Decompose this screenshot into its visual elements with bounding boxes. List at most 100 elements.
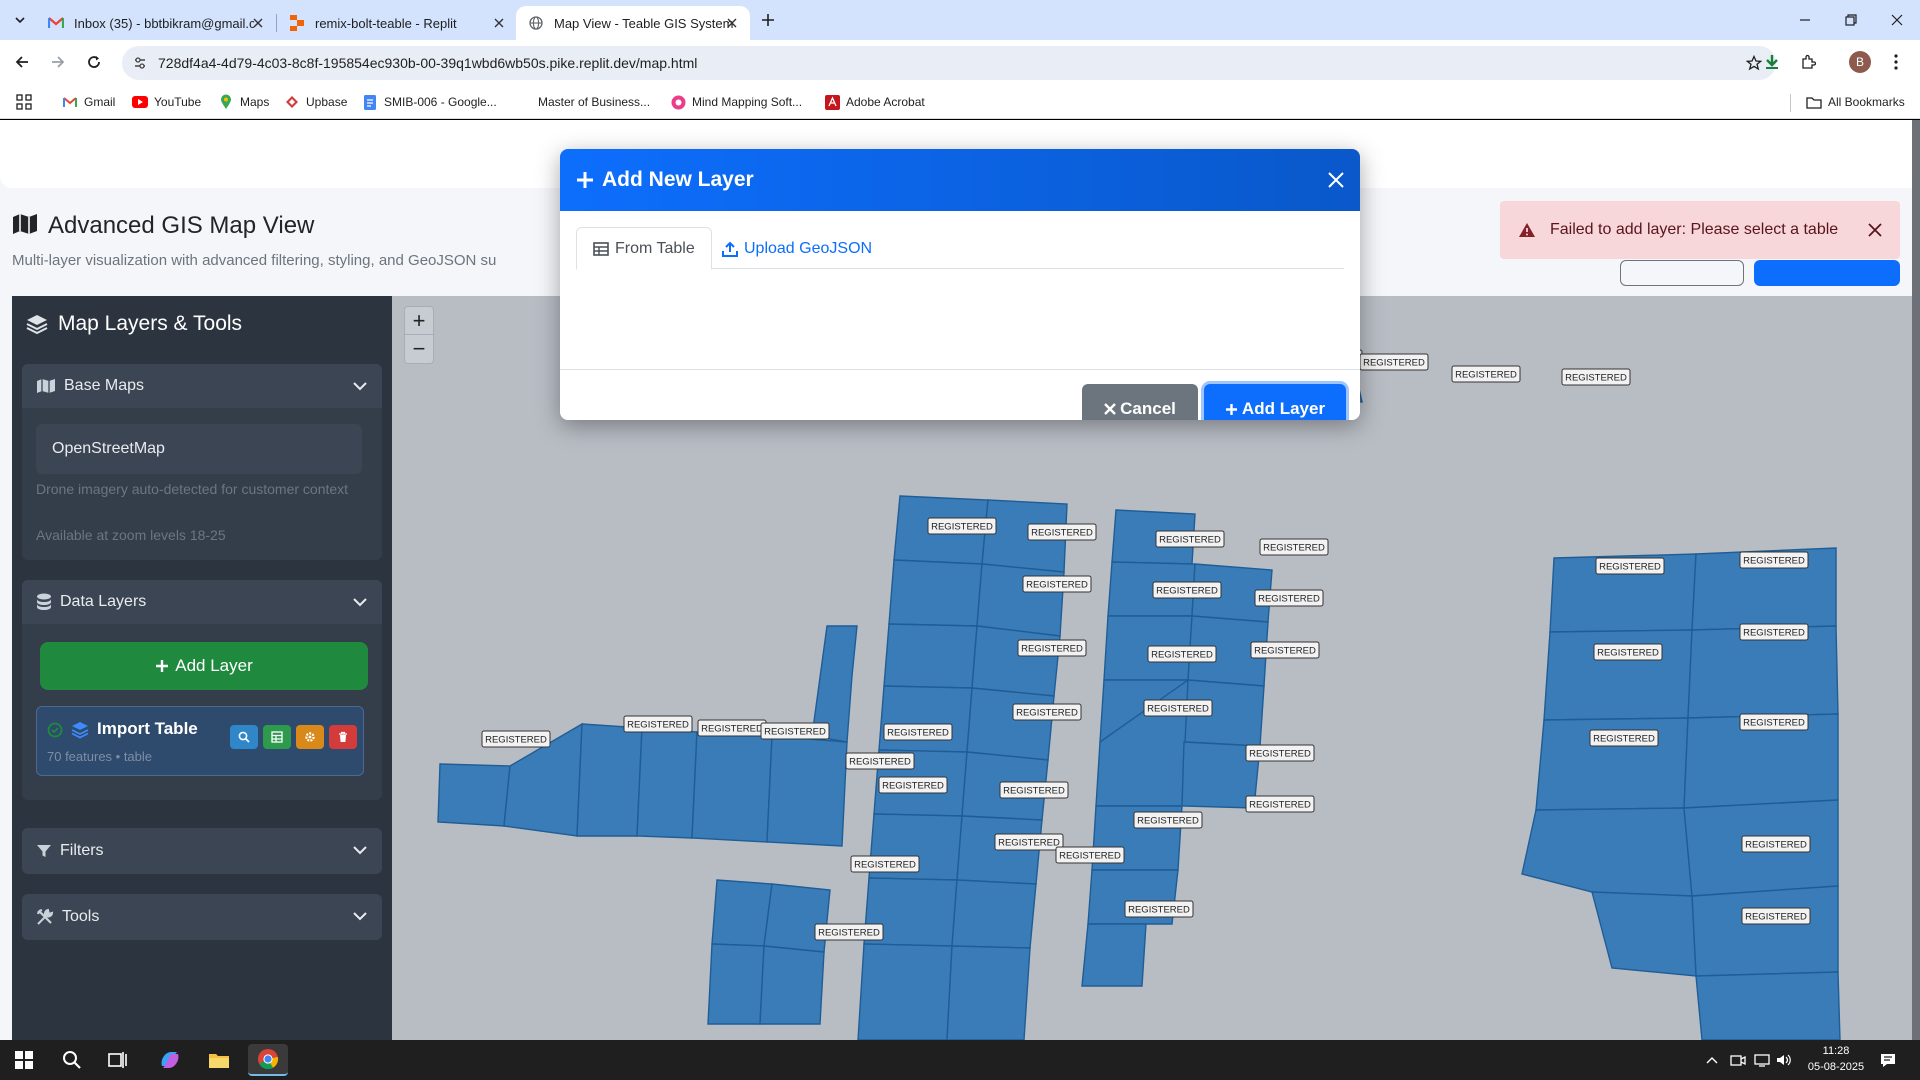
parcel-polygon[interactable] xyxy=(966,687,1055,761)
parcel-polygon[interactable] xyxy=(946,945,1031,1040)
parcel-polygon[interactable] xyxy=(878,685,973,753)
chrome-taskbar-icon[interactable] xyxy=(248,1044,288,1076)
extensions-icon[interactable] xyxy=(1796,50,1820,74)
layer-status-icons xyxy=(47,721,89,739)
parcel-polygon[interactable] xyxy=(707,943,765,1025)
parcel-label: REGISTERED xyxy=(1451,365,1521,383)
bookmark-upbase[interactable]: Upbase xyxy=(284,92,347,112)
copilot-icon[interactable] xyxy=(150,1044,190,1076)
gmail-icon xyxy=(62,94,78,110)
zoom-in-button[interactable]: + xyxy=(405,307,433,335)
menu-kebab-icon[interactable] xyxy=(1884,50,1908,74)
parcel-polygon[interactable] xyxy=(1521,807,1693,897)
base-maps-header[interactable]: Base Maps xyxy=(22,364,382,408)
window-close-icon[interactable] xyxy=(1882,8,1912,32)
tab-close-icon[interactable] xyxy=(724,15,740,31)
tab-from-table[interactable]: From Table xyxy=(576,227,712,270)
chevron-down-icon[interactable] xyxy=(350,592,370,612)
cancel-button[interactable]: Cancel xyxy=(1082,384,1198,420)
data-layers-header[interactable]: Data Layers xyxy=(22,580,382,624)
parcel-polygon[interactable] xyxy=(766,735,848,847)
parcel-label: REGISTERED xyxy=(1561,368,1631,386)
chevron-down-icon[interactable] xyxy=(350,906,370,926)
modal-close-icon[interactable] xyxy=(1324,168,1348,192)
delete-layer-button[interactable] xyxy=(329,725,357,749)
tab-search-chevron-icon[interactable] xyxy=(8,8,32,32)
parcel-polygon[interactable] xyxy=(888,559,983,627)
tab-close-icon[interactable] xyxy=(491,15,507,31)
parcel-polygon[interactable] xyxy=(1591,891,1697,977)
reload-icon[interactable] xyxy=(82,50,106,74)
zoom-out-button[interactable]: − xyxy=(405,335,433,363)
bookmark-youtube[interactable]: YouTube xyxy=(132,92,201,112)
bookmark-smib[interactable]: SMIB-006 - Google... xyxy=(362,92,497,112)
tools-icon xyxy=(36,908,54,925)
header-outline-button[interactable] xyxy=(1620,260,1744,286)
parcel-polygon[interactable] xyxy=(1695,971,1841,1040)
parcel-polygon[interactable] xyxy=(636,727,698,839)
page-scrollbar[interactable] xyxy=(1912,120,1920,1040)
header-primary-button[interactable] xyxy=(1754,260,1900,286)
chevron-down-icon[interactable] xyxy=(350,840,370,860)
tab-gmail[interactable]: Inbox (35) - bbtbikram@gmail.c xyxy=(36,6,276,40)
zoom-to-layer-button[interactable] xyxy=(230,725,258,749)
chevron-down-icon[interactable] xyxy=(350,376,370,396)
tab-upload-geojson[interactable]: Upload GeoJSON xyxy=(706,227,888,270)
volume-icon[interactable] xyxy=(1774,1050,1794,1070)
filters-header[interactable]: Filters xyxy=(22,828,382,874)
bookmark-master[interactable]: Master of Business... xyxy=(538,92,650,112)
all-bookmarks[interactable]: All Bookmarks xyxy=(1806,92,1905,112)
tools-header[interactable]: Tools xyxy=(22,894,382,940)
parcel-polygon[interactable] xyxy=(711,879,773,947)
meet-now-icon[interactable] xyxy=(1728,1050,1748,1070)
parcel-polygon[interactable] xyxy=(971,625,1061,697)
confirm-add-layer-button[interactable]: Add Layer xyxy=(1204,384,1346,420)
site-info-icon[interactable] xyxy=(130,53,150,73)
parcel-polygon[interactable] xyxy=(759,945,825,1025)
parcel-label: REGISTERED xyxy=(1589,729,1659,747)
notification-icon[interactable] xyxy=(1878,1050,1898,1070)
new-tab-icon[interactable] xyxy=(756,8,780,32)
file-explorer-icon[interactable] xyxy=(199,1044,239,1076)
view-table-button[interactable] xyxy=(263,725,291,749)
tab-map-view[interactable]: Map View - Teable GIS System xyxy=(516,6,750,40)
layer-item-import-table[interactable]: Import Table 70 features • table xyxy=(36,706,364,776)
layer-settings-button[interactable] xyxy=(296,725,324,749)
address-bar[interactable]: 728df4a4-4d79-4c03-8c8f-195854ec930b-00-… xyxy=(122,46,1776,80)
add-layer-button[interactable]: Add Layer xyxy=(40,642,368,690)
minimize-icon[interactable] xyxy=(1790,8,1820,32)
apps-grid-icon[interactable] xyxy=(16,92,32,112)
parcel-polygon[interactable] xyxy=(437,763,511,827)
bookmark-maps[interactable]: Maps xyxy=(218,92,269,112)
filter-icon xyxy=(37,845,51,857)
parcel-polygon[interactable] xyxy=(951,879,1037,949)
forward-arrow-icon[interactable] xyxy=(46,50,70,74)
tab-replit[interactable]: remix-bolt-teable - Replit xyxy=(277,6,517,40)
parcel-polygon[interactable] xyxy=(691,731,773,843)
parcel-polygon[interactable] xyxy=(857,943,953,1040)
base-map-select[interactable]: OpenStreetMap xyxy=(36,424,362,474)
task-view-icon[interactable] xyxy=(98,1044,138,1076)
system-clock[interactable]: 11:28 05-08-2025 xyxy=(1800,1043,1872,1075)
parcel-polygon[interactable] xyxy=(976,563,1065,637)
profile-avatar[interactable]: B xyxy=(1848,50,1872,74)
back-arrow-icon[interactable] xyxy=(10,50,34,74)
parcel-polygon[interactable] xyxy=(576,723,643,837)
tab-close-icon[interactable] xyxy=(250,15,266,31)
bookmark-acrobat[interactable]: Adobe Acrobat xyxy=(824,92,925,112)
parcel-polygon[interactable] xyxy=(763,883,831,953)
parcel-polygon[interactable] xyxy=(1691,885,1839,977)
parcel-label: REGISTERED xyxy=(1254,589,1324,607)
restore-icon[interactable] xyxy=(1836,8,1866,32)
network-icon[interactable] xyxy=(1752,1050,1772,1070)
toast-close-icon[interactable] xyxy=(1864,219,1886,241)
parcel-polygon[interactable] xyxy=(1081,923,1147,987)
search-icon[interactable] xyxy=(52,1044,92,1076)
bookmark-mindmap[interactable]: Mind Mapping Soft... xyxy=(670,92,802,112)
download-icon[interactable] xyxy=(1760,50,1784,74)
parcel-polygon[interactable] xyxy=(883,623,978,689)
browser-tabstrip: Inbox (35) - bbtbikram@gmail.c remix-bol… xyxy=(0,0,1920,40)
windows-start-icon[interactable] xyxy=(4,1044,44,1076)
bookmark-gmail[interactable]: Gmail xyxy=(62,92,115,112)
tray-chevron-icon[interactable] xyxy=(1702,1050,1722,1070)
